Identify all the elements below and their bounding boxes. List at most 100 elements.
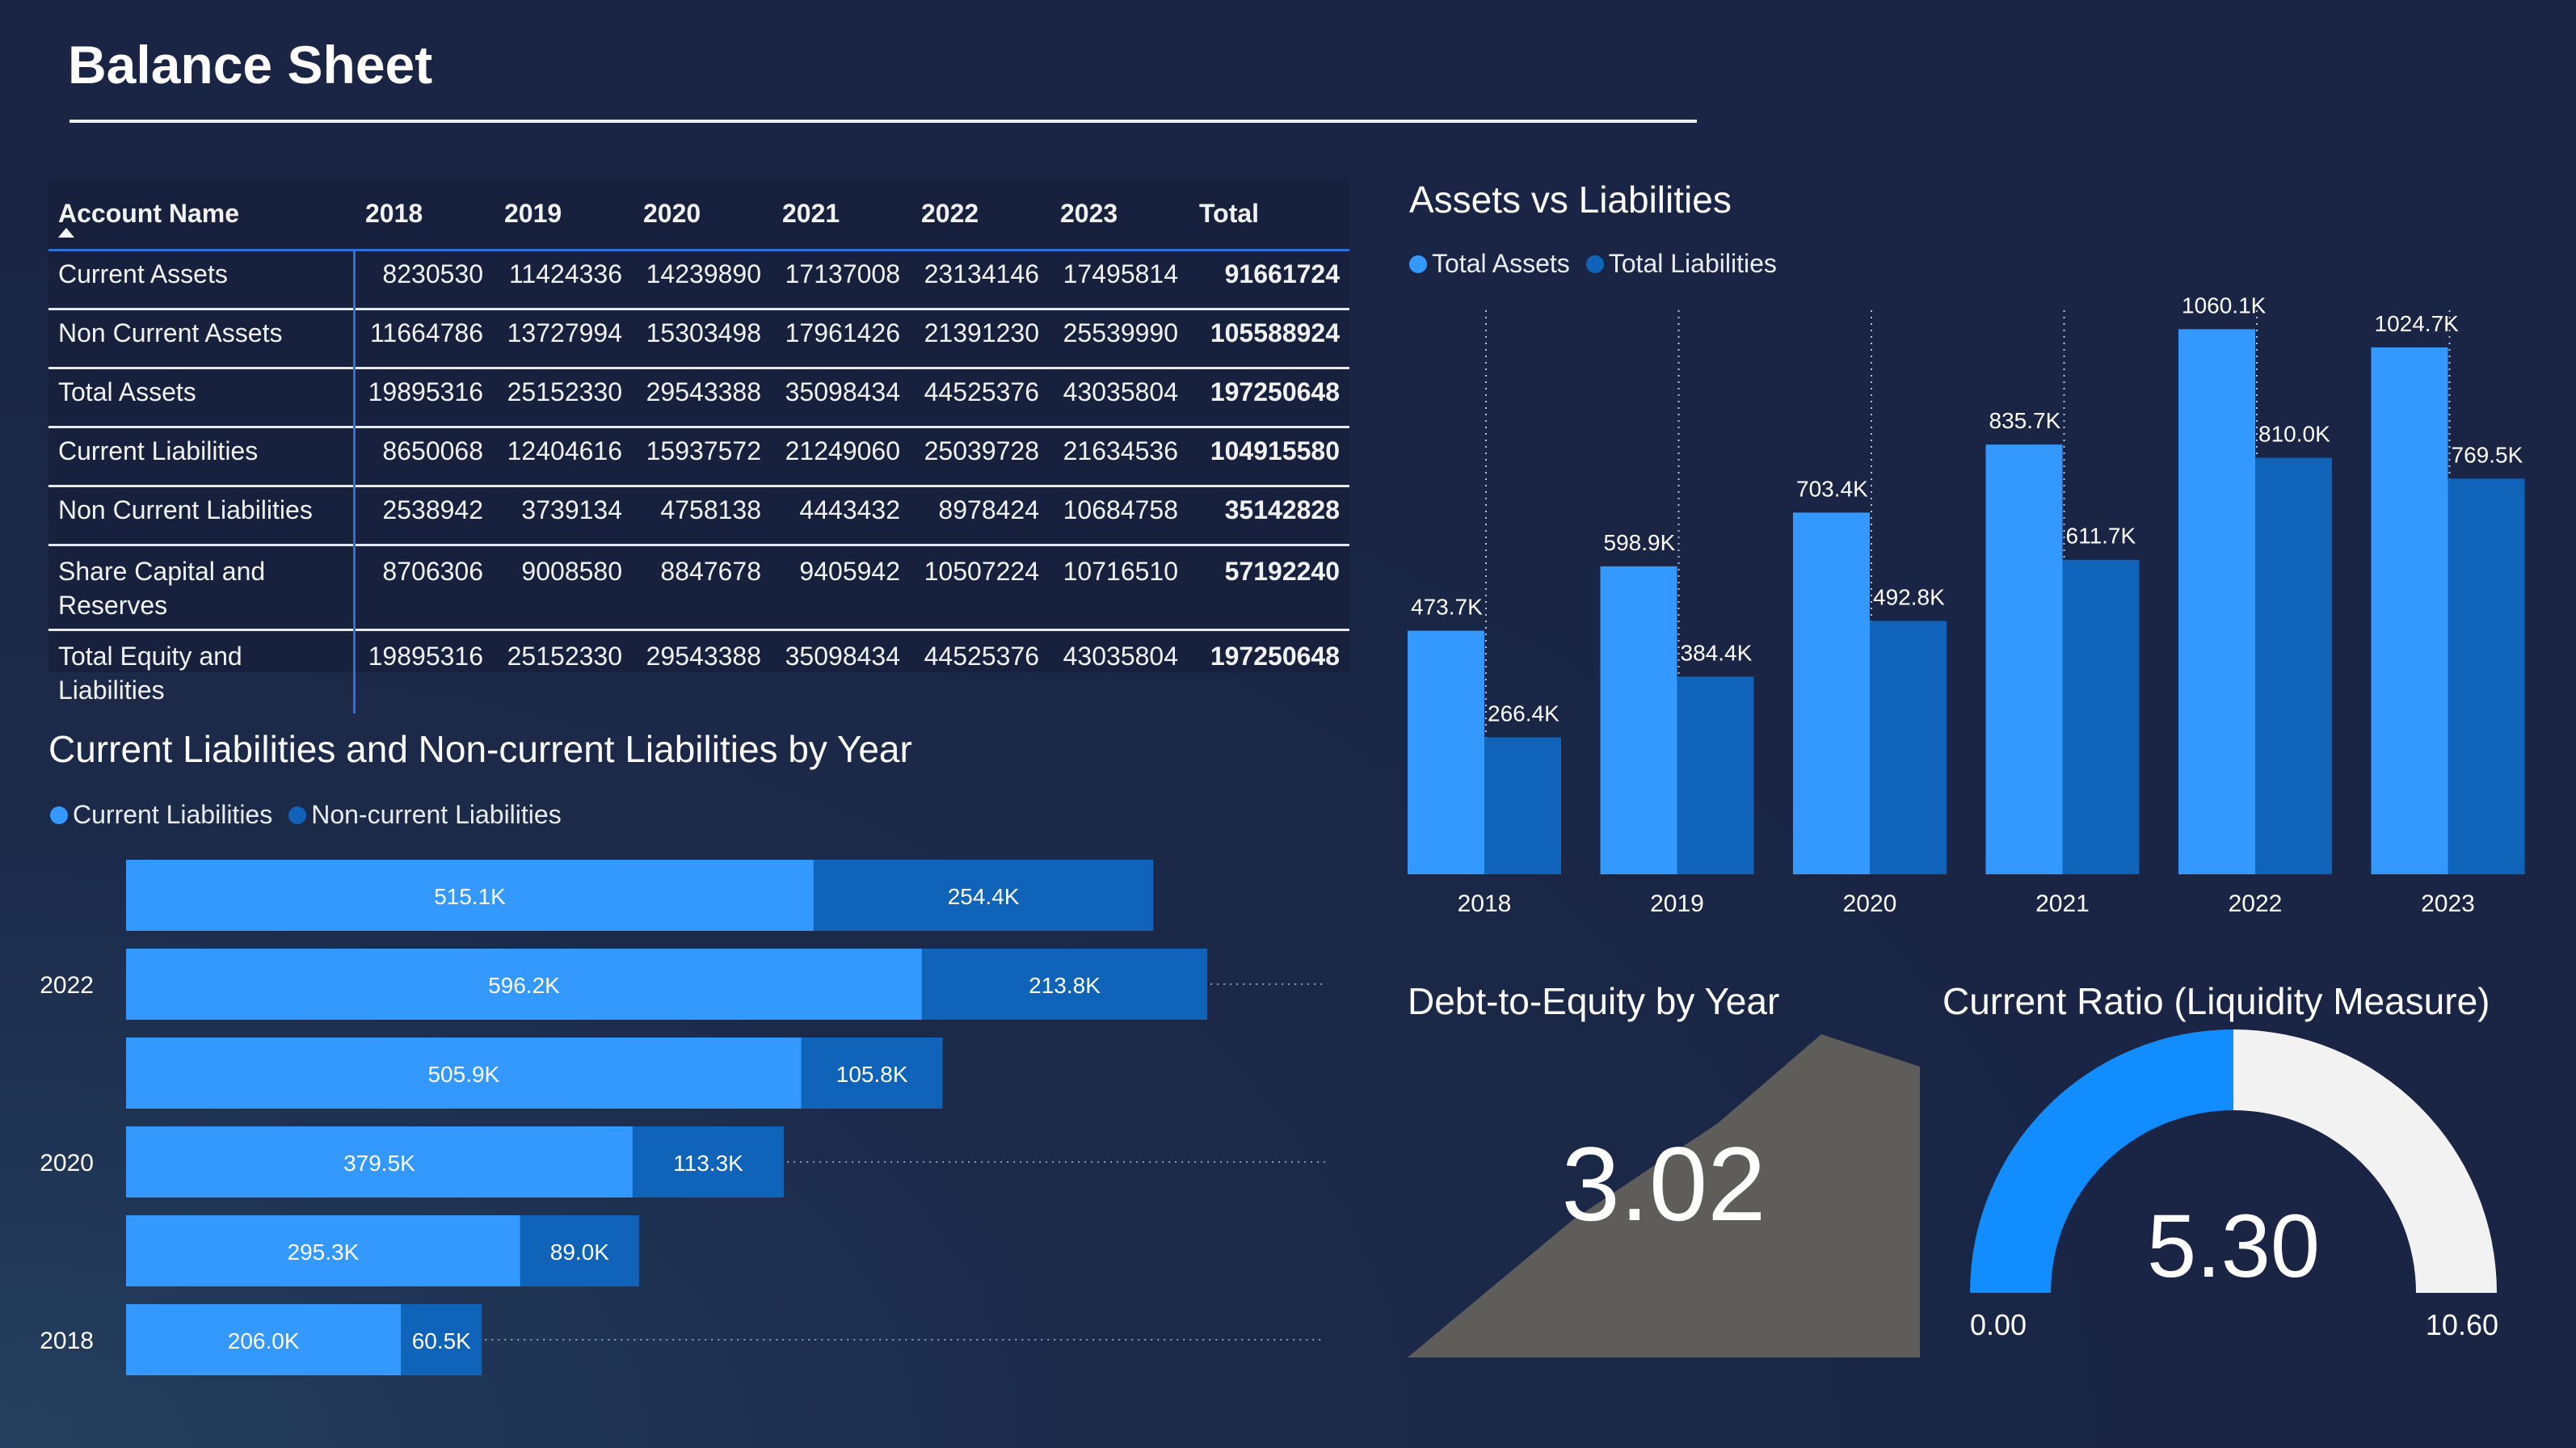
table-row[interactable]: Total Equity and Liabilities 19895316 2515…: [48, 629, 1349, 713]
column-header-2023[interactable]: 2023: [1049, 178, 1188, 251]
bar-total-liabilities-2022: [2255, 457, 2332, 874]
x-tick-label: 2023: [2421, 890, 2475, 917]
row-account-name: Share Capital and Reserves: [48, 544, 356, 630]
table-row[interactable]: Current Liabilities 8650068 12404616 159375…: [48, 426, 1349, 486]
table-cell: 8706306: [354, 544, 493, 630]
x-tick-label: 2021: [2035, 890, 2090, 917]
column-header-2022[interactable]: 2022: [910, 178, 1049, 251]
table-row[interactable]: Non Current Liabilities 2538942 3739134 475…: [48, 485, 1349, 545]
legend-label: Total Assets: [1432, 249, 1570, 278]
table-cell: 25039728: [910, 426, 1049, 486]
column-header-2020[interactable]: 2020: [632, 178, 771, 251]
legend-label: Current Liabilities: [73, 800, 273, 829]
table-cell: 4443432: [771, 485, 910, 545]
table-row[interactable]: Share Capital and Reserves 8706306 9008580…: [48, 544, 1349, 630]
table-cell: 19895316: [354, 367, 493, 427]
table-cell: 10684758: [1049, 485, 1188, 545]
column-header-2021[interactable]: 2021: [771, 178, 910, 251]
data-label: 810.0K: [2258, 422, 2330, 447]
table-cell: 21634536: [1049, 426, 1188, 486]
table-cell-total: 197250648: [1188, 367, 1349, 427]
table-cell: 25152330: [493, 629, 632, 713]
bar-total-liabilities-2018: [1484, 737, 1561, 874]
data-label: 835.7K: [1989, 408, 2061, 433]
data-label: 379.5K: [343, 1151, 415, 1176]
data-label: 1024.7K: [2375, 311, 2460, 336]
bar-total-assets-2019: [1600, 566, 1677, 874]
table-cell: 44525376: [910, 629, 1049, 713]
legend-item-total-assets[interactable]: Total Assets: [1409, 249, 1570, 279]
legend-item-current-liabilities[interactable]: Current Liabilities: [50, 800, 272, 830]
legend-label: Non-current Liabilities: [311, 800, 562, 829]
table-cell-total: 105588924: [1188, 308, 1349, 368]
data-label: 769.5K: [2452, 442, 2523, 467]
data-label: 598.9K: [1604, 530, 1676, 555]
data-label: 89.0K: [550, 1240, 609, 1265]
bar-total-assets-2022: [2178, 329, 2255, 875]
column-header-account-name[interactable]: Account Name: [48, 178, 354, 251]
table-cell: 35098434: [771, 367, 910, 427]
data-label: 1060.1K: [2182, 293, 2267, 318]
table-cell: 12404616: [493, 426, 632, 486]
table-cell: 15937572: [632, 426, 771, 486]
bar-total-liabilities-2019: [1677, 676, 1754, 874]
gauge-min-label: 0.00: [1970, 1308, 2027, 1341]
table-cell: 25152330: [493, 367, 632, 427]
legend-dot-icon: [1409, 255, 1427, 273]
table-cell: 2538942: [354, 485, 493, 545]
bar-total-assets-2020: [1793, 512, 1870, 874]
debt-to-equity-title: Debt-to-Equity by Year: [1408, 980, 1780, 1022]
table-cell: 14239890: [632, 249, 771, 309]
table-cell: 29543388: [632, 629, 771, 713]
column-header-2018[interactable]: 2018: [354, 178, 493, 251]
debt-to-equity-value: 3.02: [1561, 1125, 1766, 1243]
table-cell: 3739134: [493, 485, 632, 545]
table-cell: 17137008: [771, 249, 910, 309]
x-tick-label: 2018: [1458, 890, 1512, 917]
table-cell: 9008580: [493, 544, 632, 630]
legend-label: Total Liabilities: [1608, 249, 1777, 278]
table-row[interactable]: Total Assets 19895316 25152330 29543388 3509…: [48, 367, 1349, 427]
column-header-total[interactable]: Total: [1188, 178, 1349, 251]
table-cell-total: 197250648: [1188, 629, 1349, 713]
table-cell-total: 57192240: [1188, 544, 1349, 630]
table-cell: 21249060: [771, 426, 910, 486]
table-cell: 10507224: [910, 544, 1049, 630]
table-cell: 8650068: [354, 426, 493, 486]
bar-total-liabilities-2020: [1870, 621, 1947, 874]
table-cell: 11424336: [493, 249, 632, 309]
y-tick-label: 2022: [40, 972, 94, 999]
data-label: 206.0K: [228, 1328, 300, 1353]
table-row[interactable]: Current Assets 8230530 11424336 14239890 171…: [48, 249, 1349, 309]
data-label: 384.4K: [1681, 640, 1753, 665]
balance-table: Account Name 2018 2019 2020 2021 2022 2023 Tota…: [48, 178, 1349, 713]
sort-ascending-icon[interactable]: [58, 228, 74, 238]
legend-dot-icon: [288, 806, 307, 824]
column-header-2019[interactable]: 2019: [493, 178, 632, 251]
current-ratio-title: Current Ratio (Liquidity Measure): [1943, 980, 2490, 1022]
data-label: 473.7K: [1411, 595, 1483, 620]
table-cell: 8978424: [910, 485, 1049, 545]
table-cell-total: 104915580: [1188, 426, 1349, 486]
gauge-value: 5.30: [2147, 1197, 2320, 1296]
table-row[interactable]: Non Current Assets 11664786 13727994 153034…: [48, 308, 1349, 368]
table-cell: 21391230: [910, 308, 1049, 368]
assets-liabilities-legend: Total Assets Total Liabilities: [1409, 249, 1793, 279]
table-cell: 8847678: [632, 544, 771, 630]
bar-total-liabilities-2023: [2448, 478, 2525, 874]
bar-total-assets-2021: [1985, 444, 2063, 874]
data-label: 703.4K: [1796, 476, 1868, 501]
data-label: 492.8K: [1873, 584, 1945, 609]
data-label: 596.2K: [488, 973, 560, 998]
data-label: 60.5K: [412, 1328, 471, 1353]
table-cell: 15303498: [632, 308, 771, 368]
liabilities-by-year-chart: 515.1K 254.4K 2022 596.2K 213.8K 505.9K 105.8K…: [40, 860, 1325, 1375]
data-label: 213.8K: [1029, 973, 1101, 998]
table-cell: 8230530: [354, 249, 493, 309]
legend-item-non-current-liabilities[interactable]: Non-current Liabilities: [288, 800, 562, 830]
legend-dot-icon: [1585, 255, 1604, 273]
legend-item-total-liabilities[interactable]: Total Liabilities: [1585, 249, 1777, 279]
table-cell: 35098434: [771, 629, 910, 713]
row-account-name: Current Assets: [48, 249, 356, 309]
row-account-name: Non Current Assets: [48, 308, 356, 368]
